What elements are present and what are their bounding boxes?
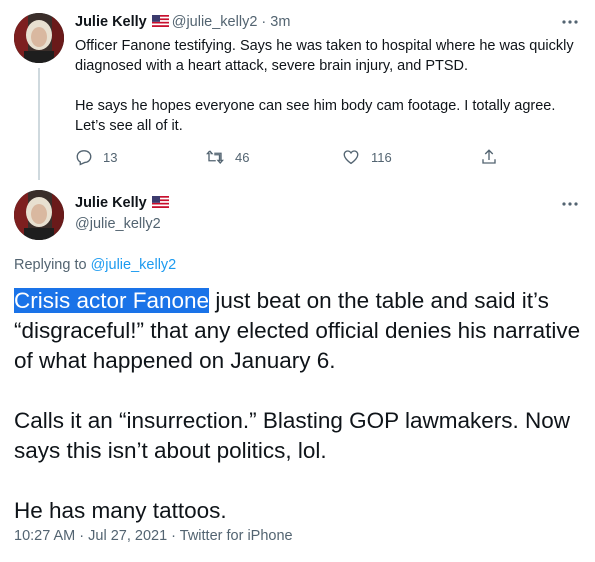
tweet2-paragraph: Crisis actor Fanone just beat on the tab…: [14, 286, 584, 376]
selected-text: Crisis actor Fanone: [14, 288, 210, 313]
tweet1-actions: 13 46 116: [75, 148, 505, 170]
retweet-icon: [206, 150, 224, 165]
replying-handle-link[interactable]: @julie_kelly2: [91, 257, 177, 273]
dot-separator: ·: [257, 14, 270, 30]
replying-prefix: Replying to: [14, 257, 87, 273]
reply-icon: [76, 150, 92, 166]
tweet1-text: Officer Fanone testifying. Says he was t…: [75, 36, 580, 136]
avatar-image: [14, 190, 64, 240]
like-button[interactable]: 116: [341, 148, 392, 166]
avatar[interactable]: [14, 190, 64, 240]
reply-button[interactable]: 13: [75, 148, 117, 166]
like-icon: [343, 150, 359, 165]
tweet1-header: Julie Kelly @julie_kelly2 · 3m: [75, 14, 290, 31]
share-icon: [482, 149, 496, 164]
tweet-time[interactable]: 3m: [270, 14, 290, 30]
tweet2-paragraph: He has many tattoos.: [14, 498, 227, 523]
avatar-image: [14, 13, 64, 63]
share-button[interactable]: [480, 148, 508, 166]
tweet2-name-row: Julie Kelly: [75, 195, 172, 212]
separator-text: ·: [261, 14, 267, 30]
author-handle[interactable]: @julie_kelly2: [75, 216, 161, 232]
thread-line: [38, 68, 40, 180]
tweet1-paragraph: Officer Fanone testifying. Says he was t…: [75, 38, 574, 74]
more-icon[interactable]: [560, 198, 580, 214]
more-icon[interactable]: [560, 16, 580, 32]
us-flag-icon: [151, 196, 169, 212]
author-name[interactable]: Julie Kelly: [75, 14, 147, 30]
like-count: 116: [371, 149, 392, 165]
avatar[interactable]: [14, 13, 64, 63]
tweet2-text: Crisis actor Fanone just beat on the tab…: [14, 286, 584, 526]
author-handle[interactable]: @julie_kelly2: [172, 14, 258, 30]
tweet1-paragraph: He says he hopes everyone can see him bo…: [75, 98, 556, 134]
tweet2-paragraph: Calls it an “insurrection.” Blasting GOP…: [14, 408, 571, 463]
author-name[interactable]: Julie Kelly: [75, 195, 147, 211]
retweet-count: 46: [235, 149, 250, 165]
replying-to: Replying to @julie_kelly2: [14, 257, 176, 273]
us-flag-icon: [151, 15, 169, 31]
tweet-timestamp[interactable]: 10:27 AM · Jul 27, 2021 · Twitter for iP…: [14, 528, 293, 544]
reply-count: 13: [103, 149, 118, 165]
retweet-button[interactable]: 46: [205, 148, 249, 166]
